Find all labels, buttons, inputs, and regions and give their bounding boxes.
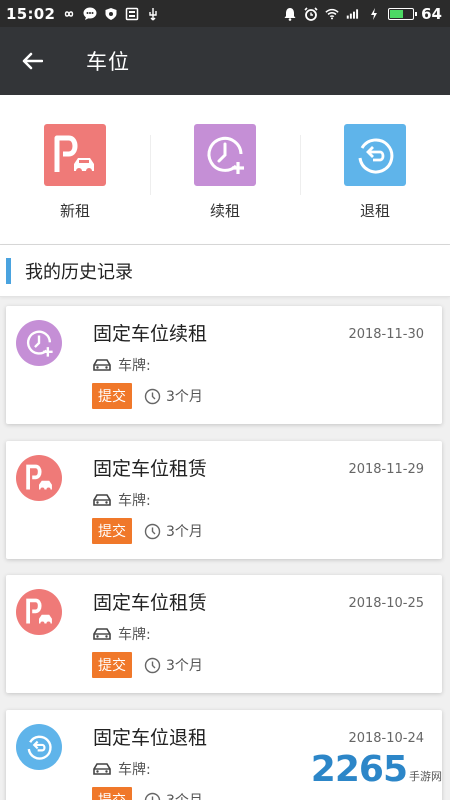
clock-icon — [144, 657, 161, 673]
plate-label: 车牌: — [118, 627, 151, 643]
record-type-icon — [16, 589, 62, 635]
record-date: 2018-11-30 — [348, 327, 424, 342]
infinity-icon — [65, 10, 74, 17]
history-section-header: 我的历史记录 — [0, 245, 450, 297]
history-record[interactable]: 固定车位续租 2018-11-30 车牌: 提交 3个月 — [6, 306, 442, 424]
renew-rent-button[interactable]: 续租 — [150, 95, 300, 244]
clock-icon — [144, 388, 161, 404]
site-watermark: 2265 手游网 — [311, 749, 442, 790]
back-arrow-icon — [22, 52, 43, 70]
history-record[interactable]: 固定车位租赁 2018-10-25 车牌: 提交 3个月 — [6, 575, 442, 693]
status-badge[interactable]: 提交 — [92, 518, 132, 544]
car-icon — [93, 494, 111, 506]
message-icon — [83, 7, 97, 20]
alarm-bell-icon — [284, 7, 296, 21]
duration-text: 3个月 — [166, 524, 203, 540]
return-rent-button[interactable]: 退租 — [300, 95, 450, 244]
section-accent-bar — [6, 257, 11, 284]
plate-label: 车牌: — [118, 358, 151, 374]
parking-car-icon — [26, 464, 52, 492]
watermark-number: 2265 — [310, 749, 408, 790]
plate-label: 车牌: — [118, 762, 151, 778]
action-label: 退租 — [359, 202, 390, 220]
action-tile-renew — [194, 124, 256, 186]
status-badge[interactable]: 提交 — [92, 652, 132, 678]
action-bar: 新租 续租 退租 — [0, 95, 450, 245]
parking-car-icon — [26, 598, 52, 626]
record-date: 2018-10-24 — [348, 731, 424, 746]
sim-icon — [126, 7, 139, 20]
record-plate: 车牌: — [92, 490, 151, 510]
car-icon — [93, 628, 111, 640]
battery-icon — [388, 7, 418, 20]
renew-clock-icon — [207, 136, 244, 174]
status-bar: 15:02 64 — [0, 0, 450, 27]
return-icon — [27, 735, 52, 760]
parking-car-icon — [54, 135, 94, 174]
page-title: 车位 — [86, 50, 130, 74]
status-badge[interactable]: 提交 — [92, 383, 132, 409]
record-date: 2018-11-29 — [348, 462, 424, 477]
duration-text: 3个月 — [166, 658, 203, 674]
action-label: 新租 — [59, 202, 90, 220]
record-type-icon — [16, 320, 62, 366]
record-plate: 车牌: — [92, 759, 151, 779]
app-bar: 车位 — [0, 27, 450, 95]
return-icon — [358, 138, 394, 174]
usb-icon — [149, 7, 157, 20]
duration-text: 3个月 — [166, 389, 203, 405]
duration-text: 3个月 — [166, 790, 203, 800]
status-badge[interactable]: 提交 — [92, 787, 132, 800]
status-time: 15:02 — [6, 4, 56, 23]
signal-icon — [346, 8, 359, 19]
car-icon — [93, 359, 111, 371]
plate-label: 车牌: — [118, 493, 151, 509]
record-duration: 3个月 — [144, 655, 203, 675]
clock-icon — [144, 792, 161, 800]
record-meta: 提交 3个月 — [92, 383, 203, 409]
record-plate: 车牌: — [92, 624, 151, 644]
record-title: 固定车位续租 — [93, 323, 208, 345]
renew-clock-icon — [26, 330, 53, 357]
record-duration: 3个月 — [144, 521, 203, 541]
record-meta: 提交 3个月 — [92, 652, 203, 678]
record-date: 2018-10-25 — [348, 596, 424, 611]
back-button[interactable] — [0, 27, 64, 95]
record-title: 固定车位租赁 — [93, 592, 208, 614]
charging-icon — [371, 7, 378, 20]
record-type-icon — [16, 724, 62, 770]
record-title: 固定车位租赁 — [93, 458, 208, 480]
action-tile-new-rent — [44, 124, 106, 186]
watermark-suffix: 手游网 — [409, 770, 442, 783]
action-tile-return — [344, 124, 406, 186]
action-label: 续租 — [209, 202, 240, 220]
new-rent-button[interactable]: 新租 — [0, 95, 150, 244]
alarm-clock-icon — [304, 6, 318, 21]
record-duration: 3个月 — [144, 386, 203, 406]
record-meta: 提交 3个月 — [92, 518, 203, 544]
record-meta: 提交 3个月 — [92, 787, 203, 800]
record-title: 固定车位退租 — [93, 727, 208, 749]
wifi-icon — [325, 8, 339, 19]
car-icon — [93, 763, 111, 775]
battery-percent: 64 — [421, 4, 442, 23]
clock-icon — [144, 523, 161, 539]
shield-icon — [105, 7, 117, 20]
record-type-icon — [16, 455, 62, 501]
record-plate: 车牌: — [92, 355, 151, 375]
history-record[interactable]: 固定车位租赁 2018-11-29 车牌: 提交 3个月 — [6, 441, 442, 559]
record-duration: 3个月 — [144, 790, 203, 800]
section-title: 我的历史记录 — [25, 261, 133, 283]
